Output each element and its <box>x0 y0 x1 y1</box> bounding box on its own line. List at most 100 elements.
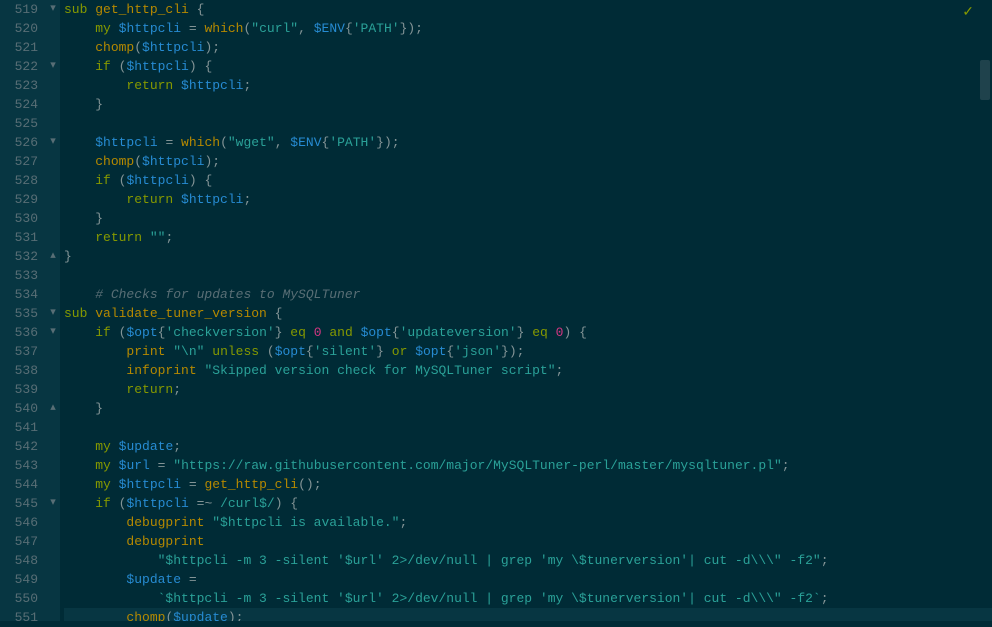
code-line[interactable]: if ($httpcli =~ /curl$/) { <box>64 494 992 513</box>
status-ok-icon: ✓ <box>962 4 974 21</box>
line-number: 535 <box>0 304 38 323</box>
fold-marker <box>46 361 60 380</box>
code-line[interactable]: sub validate_tuner_version { <box>64 304 992 323</box>
line-number: 529 <box>0 190 38 209</box>
line-number: 530 <box>0 209 38 228</box>
fold-marker <box>46 608 60 627</box>
line-number: 520 <box>0 19 38 38</box>
code-line[interactable]: if ($opt{'checkversion'} eq 0 and $opt{'… <box>64 323 992 342</box>
fold-marker <box>46 589 60 608</box>
fold-marker <box>46 171 60 190</box>
code-line[interactable]: } <box>64 247 992 266</box>
line-number: 543 <box>0 456 38 475</box>
fold-marker <box>46 475 60 494</box>
fold-marker <box>46 456 60 475</box>
line-number: 540 <box>0 399 38 418</box>
line-number: 541 <box>0 418 38 437</box>
code-line[interactable]: my $httpcli = which("curl", $ENV{'PATH'}… <box>64 19 992 38</box>
fold-marker <box>46 266 60 285</box>
line-number: 524 <box>0 95 38 114</box>
code-line[interactable] <box>64 266 992 285</box>
code-line[interactable]: my $update; <box>64 437 992 456</box>
line-number: 548 <box>0 551 38 570</box>
code-line[interactable]: debugprint "$httpcli is available."; <box>64 513 992 532</box>
line-number: 534 <box>0 285 38 304</box>
code-line[interactable]: my $httpcli = get_http_cli(); <box>64 475 992 494</box>
line-number: 549 <box>0 570 38 589</box>
code-line[interactable]: print "\n" unless ($opt{'silent'} or $op… <box>64 342 992 361</box>
code-line[interactable]: if ($httpcli) { <box>64 171 992 190</box>
code-editor[interactable]: 5195205215225235245255265275285295305315… <box>0 0 992 621</box>
line-number: 545 <box>0 494 38 513</box>
fold-marker[interactable]: ▴ <box>46 247 60 266</box>
fold-marker <box>46 418 60 437</box>
code-line[interactable] <box>64 114 992 133</box>
fold-marker <box>46 551 60 570</box>
code-line[interactable]: infoprint "Skipped version check for MyS… <box>64 361 992 380</box>
line-number: 537 <box>0 342 38 361</box>
fold-marker[interactable]: ▾ <box>46 0 60 19</box>
code-area[interactable]: sub get_http_cli { my $httpcli = which("… <box>60 0 992 621</box>
fold-marker <box>46 570 60 589</box>
code-line[interactable]: } <box>64 209 992 228</box>
fold-marker <box>46 285 60 304</box>
fold-marker <box>46 513 60 532</box>
code-line[interactable]: my $url = "https://raw.githubusercontent… <box>64 456 992 475</box>
line-number: 550 <box>0 589 38 608</box>
code-line[interactable]: debugprint <box>64 532 992 551</box>
line-number: 542 <box>0 437 38 456</box>
code-line[interactable]: chomp($httpcli); <box>64 152 992 171</box>
fold-marker <box>46 76 60 95</box>
line-number: 546 <box>0 513 38 532</box>
line-number: 523 <box>0 76 38 95</box>
line-number: 531 <box>0 228 38 247</box>
code-line[interactable]: return; <box>64 380 992 399</box>
line-number: 538 <box>0 361 38 380</box>
fold-marker[interactable]: ▾ <box>46 57 60 76</box>
fold-marker <box>46 380 60 399</box>
fold-marker <box>46 19 60 38</box>
code-line[interactable]: $httpcli = which("wget", $ENV{'PATH'}); <box>64 133 992 152</box>
line-number: 525 <box>0 114 38 133</box>
code-line[interactable]: chomp($httpcli); <box>64 38 992 57</box>
fold-marker <box>46 152 60 171</box>
fold-marker <box>46 228 60 247</box>
fold-marker <box>46 38 60 57</box>
code-line[interactable]: "$httpcli -m 3 -silent '$url' 2>/dev/nul… <box>64 551 992 570</box>
fold-marker[interactable]: ▾ <box>46 133 60 152</box>
fold-marker <box>46 532 60 551</box>
fold-marker[interactable]: ▾ <box>46 494 60 513</box>
line-number: 527 <box>0 152 38 171</box>
fold-marker <box>46 190 60 209</box>
code-line[interactable]: `$httpcli -m 3 -silent '$url' 2>/dev/nul… <box>64 589 992 608</box>
line-number: 536 <box>0 323 38 342</box>
line-number: 522 <box>0 57 38 76</box>
line-number: 526 <box>0 133 38 152</box>
line-number: 547 <box>0 532 38 551</box>
line-number: 533 <box>0 266 38 285</box>
code-line[interactable]: chomp($update); <box>64 608 992 621</box>
code-line[interactable]: return $httpcli; <box>64 190 992 209</box>
fold-marker[interactable]: ▾ <box>46 304 60 323</box>
line-number: 532 <box>0 247 38 266</box>
line-number: 521 <box>0 38 38 57</box>
code-line[interactable]: $update = <box>64 570 992 589</box>
code-line[interactable]: } <box>64 399 992 418</box>
code-line[interactable]: return $httpcli; <box>64 76 992 95</box>
fold-marker[interactable]: ▴ <box>46 399 60 418</box>
code-line[interactable] <box>64 418 992 437</box>
fold-column[interactable]: ▾▾▾▴▾▾▴▾ <box>46 0 60 621</box>
line-number: 528 <box>0 171 38 190</box>
fold-marker <box>46 95 60 114</box>
code-line[interactable]: # Checks for updates to MySQLTuner <box>64 285 992 304</box>
fold-marker <box>46 209 60 228</box>
code-line[interactable]: if ($httpcli) { <box>64 57 992 76</box>
fold-marker[interactable]: ▾ <box>46 323 60 342</box>
code-line[interactable]: return ""; <box>64 228 992 247</box>
code-line[interactable]: sub get_http_cli { <box>64 0 992 19</box>
vertical-scrollbar[interactable] <box>980 60 990 100</box>
code-line[interactable]: } <box>64 95 992 114</box>
line-number: 539 <box>0 380 38 399</box>
line-number: 519 <box>0 0 38 19</box>
line-number: 544 <box>0 475 38 494</box>
